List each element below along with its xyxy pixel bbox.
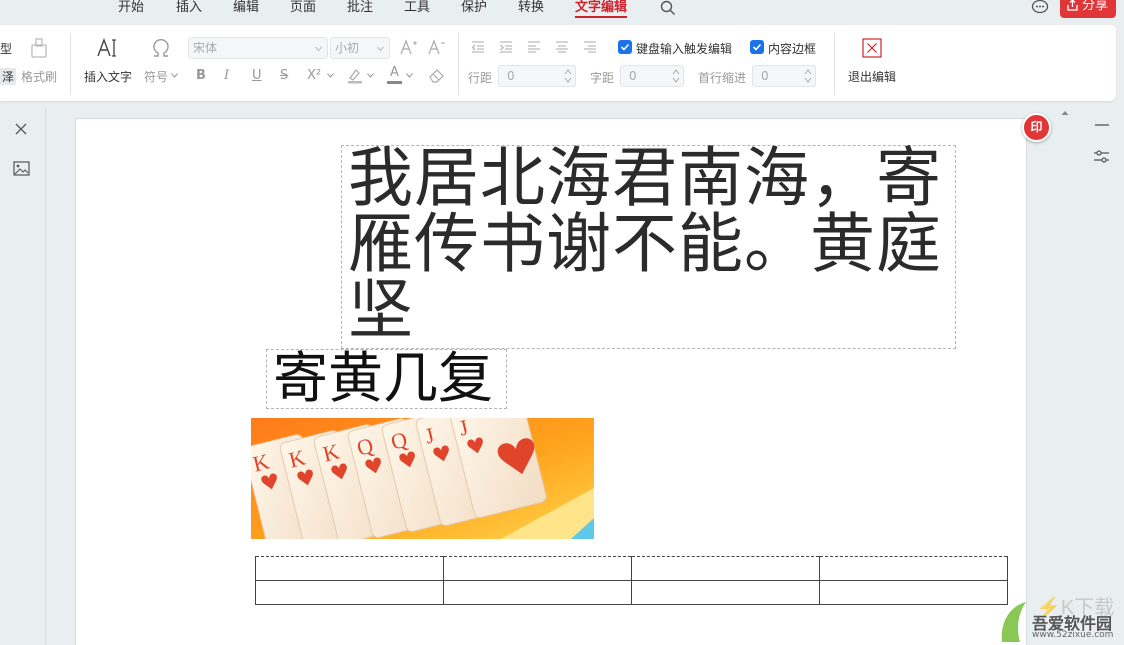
cut-off-label-top: 型 bbox=[0, 42, 13, 56]
table-cell[interactable] bbox=[255, 556, 444, 581]
stepper-arrows-icon[interactable] bbox=[672, 68, 680, 84]
check-icon bbox=[620, 43, 630, 51]
content-border-checkbox[interactable] bbox=[750, 40, 764, 54]
watermark-url: www.52zixue.com bbox=[1032, 630, 1114, 640]
poem-title-text[interactable]: 寄黄几复 bbox=[273, 348, 493, 408]
poem-text[interactable]: 我居北海君南海，寄雁传书谢不能。黄庭坚 bbox=[348, 146, 954, 344]
font-color-swatch bbox=[387, 81, 402, 84]
table-cell[interactable] bbox=[443, 580, 632, 605]
line-spacing-value: 0 bbox=[507, 69, 515, 83]
indent-increase-icon[interactable] bbox=[499, 40, 513, 54]
format-painter-button[interactable]: 格式刷 bbox=[21, 68, 57, 85]
stepper-arrows-icon[interactable] bbox=[804, 68, 812, 84]
symbol-button[interactable]: 符号 bbox=[144, 68, 168, 85]
highlight-icon[interactable] bbox=[346, 67, 364, 84]
first-line-indent-input[interactable]: 0 bbox=[752, 65, 816, 87]
insert-text-icon bbox=[97, 38, 116, 57]
minimize-icon[interactable] bbox=[1094, 120, 1110, 130]
left-side-panel bbox=[0, 108, 46, 645]
exit-edit-button[interactable]: 退出编辑 bbox=[848, 68, 896, 85]
tab-text-edit[interactable]: 文字编辑 bbox=[575, 0, 628, 20]
table-cell[interactable] bbox=[443, 556, 632, 581]
close-icon[interactable] bbox=[15, 123, 27, 135]
image-icon[interactable] bbox=[13, 161, 30, 176]
check-icon bbox=[752, 43, 762, 51]
omega-symbol-icon bbox=[153, 38, 169, 57]
align-center-icon[interactable] bbox=[555, 40, 569, 54]
table-cell[interactable] bbox=[631, 580, 820, 605]
tab-page[interactable]: 页面 bbox=[290, 0, 316, 20]
tab-insert[interactable]: 插入 bbox=[176, 0, 202, 20]
font-name-select[interactable]: 宋体 bbox=[188, 37, 328, 59]
line-spacing-input[interactable]: 0 bbox=[498, 65, 576, 87]
first-line-indent-value: 0 bbox=[761, 69, 769, 83]
char-spacing-label: 字距 bbox=[590, 71, 615, 85]
page-stamp-badge[interactable]: 印 bbox=[1022, 113, 1051, 142]
keyboard-edit-checkbox[interactable] bbox=[618, 40, 632, 54]
menu-bar: 开始 插入 编辑 页面 批注 工具 保护 转换 文字编辑 分享 bbox=[0, 0, 1124, 20]
underline-button[interactable]: U bbox=[252, 68, 262, 83]
strikethrough-button[interactable]: S bbox=[280, 68, 288, 83]
superscript-button[interactable]: X² bbox=[307, 68, 321, 83]
font-size-value: 小初 bbox=[335, 41, 360, 55]
first-line-indent-label: 首行缩进 bbox=[698, 71, 747, 85]
chevron-down-icon bbox=[327, 73, 334, 78]
insert-text-button[interactable]: 插入文字 bbox=[84, 68, 132, 85]
keyboard-edit-label[interactable]: 键盘输入触发编辑 bbox=[636, 40, 732, 57]
share-label: 分享 bbox=[1082, 0, 1109, 13]
font-size-select[interactable]: 小初 bbox=[330, 37, 390, 59]
chevron-down-icon bbox=[377, 46, 384, 52]
italic-button[interactable]: I bbox=[224, 68, 229, 83]
decrease-font-icon[interactable] bbox=[428, 39, 446, 55]
align-right-icon[interactable] bbox=[583, 40, 597, 54]
font-name-value: 宋体 bbox=[193, 41, 218, 55]
document-table[interactable] bbox=[255, 556, 1008, 605]
increase-font-icon[interactable] bbox=[400, 39, 418, 55]
tab-start[interactable]: 开始 bbox=[118, 0, 144, 20]
text-box-title[interactable]: 寄黄几复 bbox=[266, 348, 507, 409]
playing-cards-image[interactable]: K K K Q Q J J bbox=[251, 418, 594, 539]
table-cell[interactable] bbox=[819, 580, 1008, 605]
char-spacing-value: 0 bbox=[629, 69, 637, 83]
tab-edit[interactable]: 编辑 bbox=[233, 0, 259, 20]
table-cell[interactable] bbox=[631, 556, 820, 581]
chat-icon[interactable] bbox=[1031, 0, 1049, 15]
share-button[interactable]: 分享 bbox=[1060, 0, 1116, 18]
scroll-up-icon[interactable] bbox=[1060, 108, 1070, 118]
eraser-icon[interactable] bbox=[428, 67, 446, 83]
stepper-arrows-icon[interactable] bbox=[564, 68, 572, 84]
text-box-poem[interactable]: 我居北海君南海，寄雁传书谢不能。黄庭坚 bbox=[341, 145, 956, 349]
table-cell[interactable] bbox=[819, 556, 1008, 581]
bold-button[interactable]: B bbox=[196, 68, 206, 83]
share-icon bbox=[1067, 0, 1078, 11]
align-left-icon[interactable] bbox=[527, 40, 541, 54]
chevron-down-icon bbox=[315, 46, 322, 52]
tab-comment[interactable]: 批注 bbox=[347, 0, 373, 20]
table-cell[interactable] bbox=[255, 580, 444, 605]
line-spacing-label: 行距 bbox=[468, 71, 493, 85]
search-icon[interactable] bbox=[660, 0, 676, 16]
chevron-down-icon bbox=[171, 73, 178, 78]
exit-edit-icon bbox=[862, 38, 882, 58]
table-row bbox=[255, 556, 1008, 581]
content-border-label[interactable]: 内容边框 bbox=[768, 40, 816, 57]
chevron-down-icon bbox=[367, 73, 374, 78]
font-color-button[interactable]: A bbox=[390, 65, 399, 80]
settings-sliders-icon[interactable] bbox=[1093, 149, 1110, 164]
tab-convert[interactable]: 转换 bbox=[518, 0, 544, 20]
ribbon-toolbar: 型 泽 格式刷 插入文字 符号 宋体 小初 B I U S X² A 键盘输入触… bbox=[0, 25, 1116, 101]
cut-off-label-bottom[interactable]: 泽 bbox=[0, 68, 17, 85]
tab-protect[interactable]: 保护 bbox=[461, 0, 487, 20]
chevron-down-icon bbox=[406, 73, 413, 78]
indent-decrease-icon[interactable] bbox=[471, 40, 485, 54]
format-painter-icon bbox=[31, 38, 47, 58]
char-spacing-input[interactable]: 0 bbox=[620, 65, 684, 87]
right-side-panel bbox=[1082, 108, 1124, 645]
table-row bbox=[255, 580, 1008, 605]
tab-tools[interactable]: 工具 bbox=[404, 0, 430, 20]
